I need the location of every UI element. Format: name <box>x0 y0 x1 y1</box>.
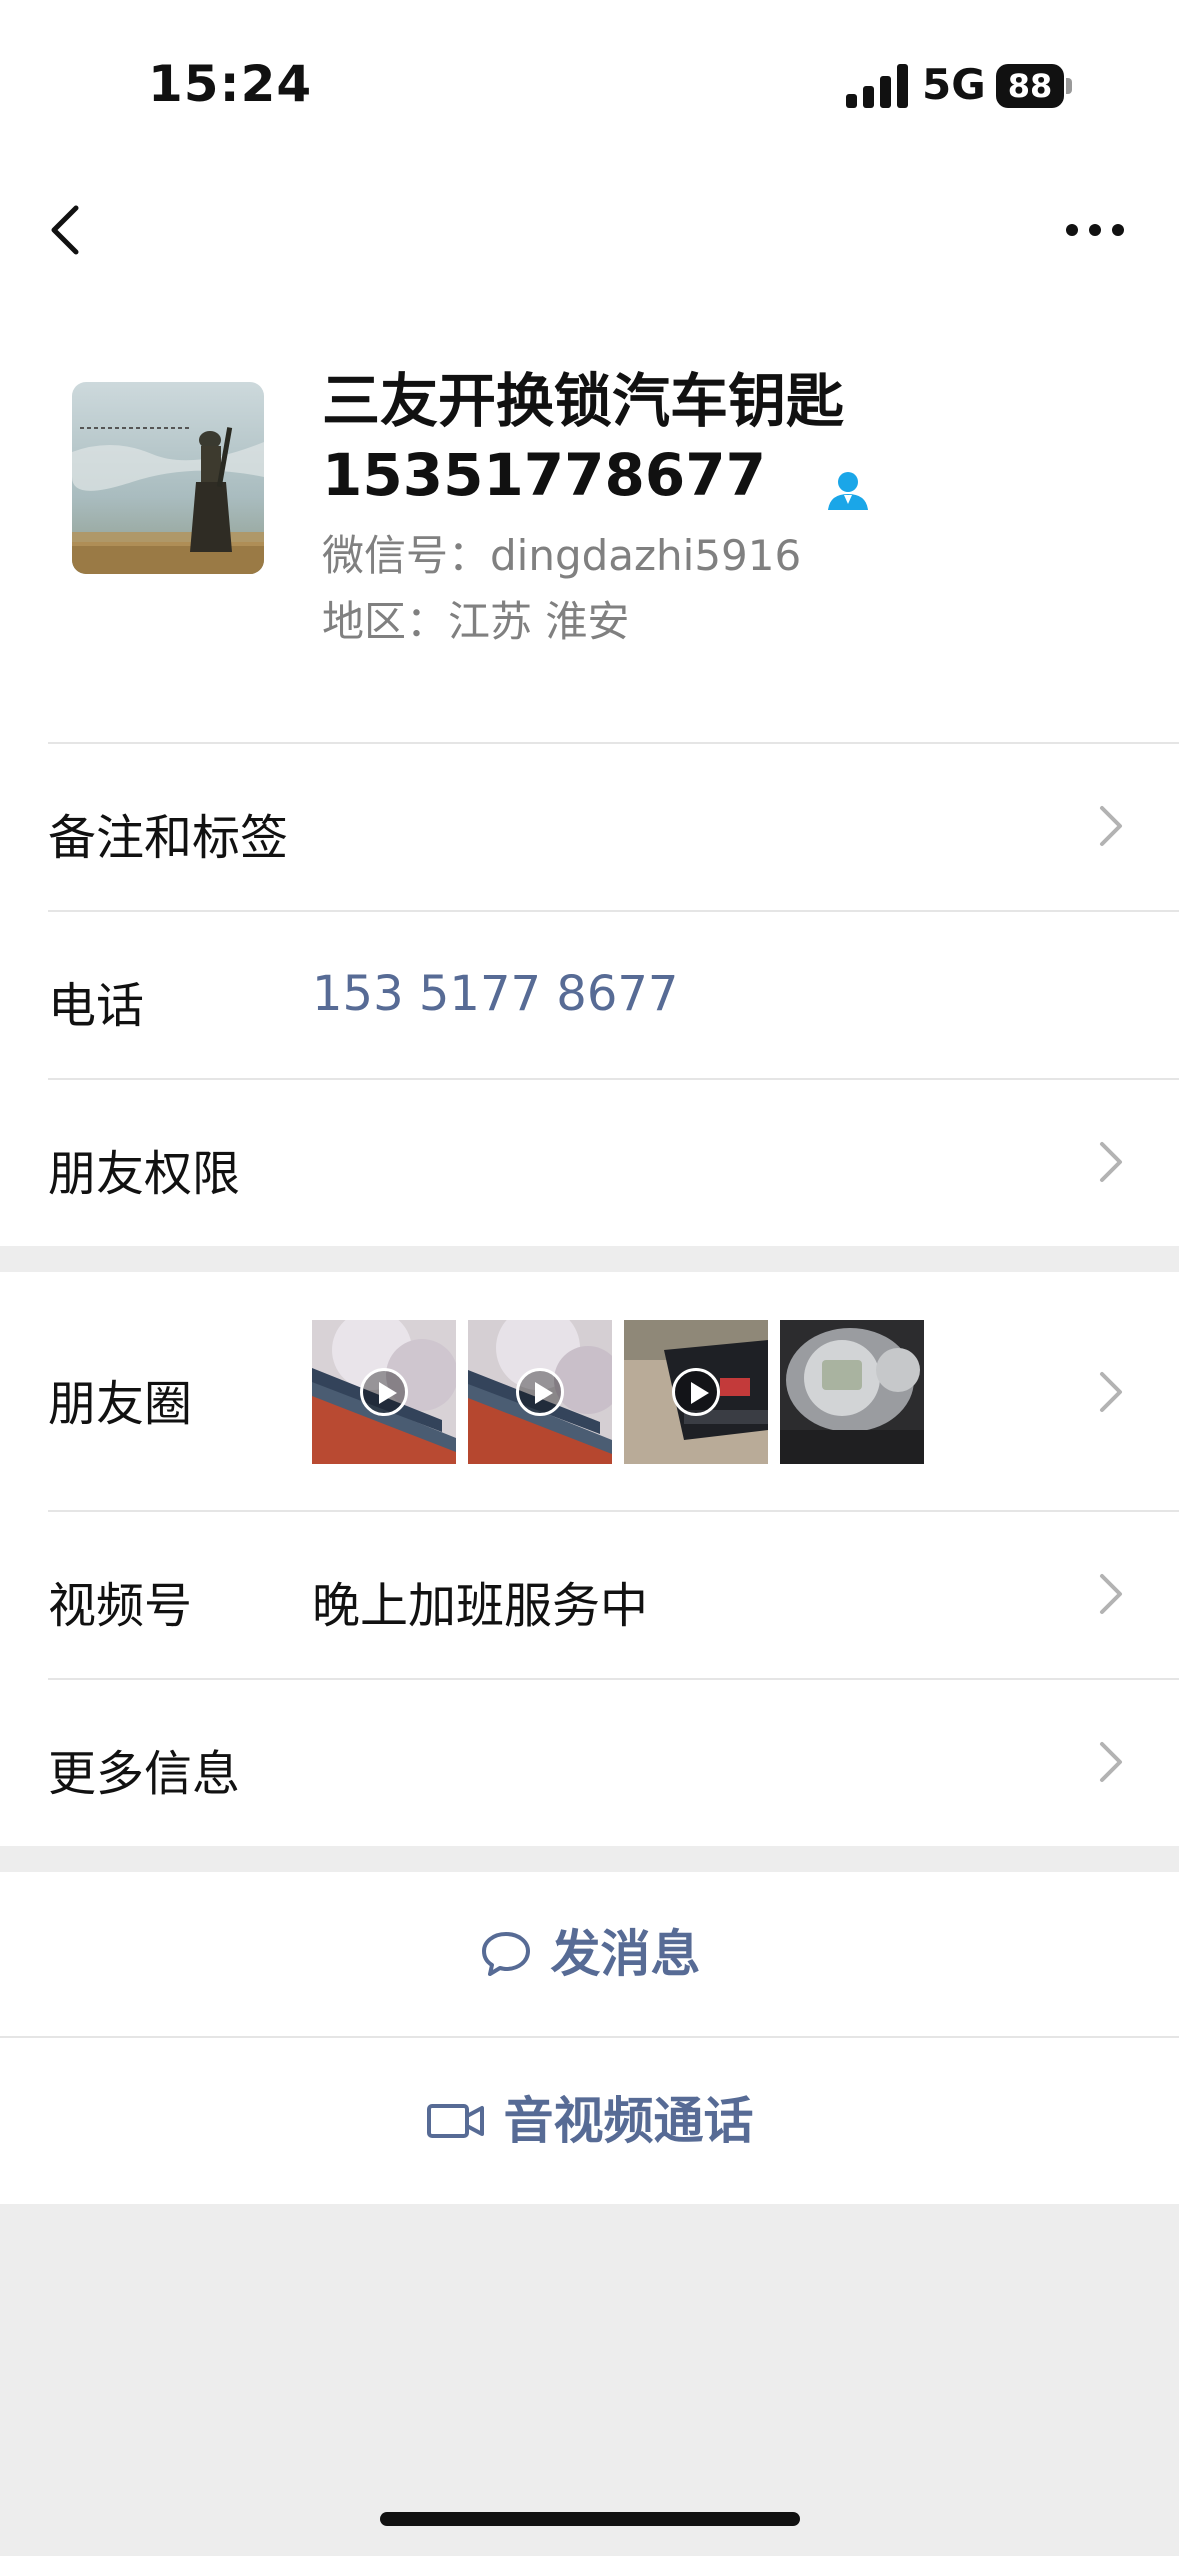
display-name-line1: 三友开换锁汽车钥匙 <box>322 367 845 435</box>
home-indicator[interactable] <box>380 2512 800 2526</box>
nav-bar <box>0 170 1179 290</box>
more-info-label: 更多信息 <box>48 1746 241 1802</box>
permissions-label: 朋友权限 <box>48 1146 241 1202</box>
send-message-button[interactable]: 发消息 <box>0 1872 1179 2036</box>
more-icon[interactable] <box>1060 200 1130 260</box>
display-name: 三友开换锁汽车钥匙 15351778677 <box>322 366 1122 510</box>
chevron-right-icon <box>1096 1570 1126 1618</box>
profile-header: 三友开换锁汽车钥匙 15351778677 微信号：dingdazhi5916 … <box>0 290 1179 742</box>
moments-row[interactable]: 朋友圈 <box>0 1272 1179 1510</box>
send-message-label: 发消息 <box>550 1925 701 1983</box>
wechat-id: 微信号：dingdazhi5916 <box>322 531 802 580</box>
chevron-right-icon <box>1096 802 1126 850</box>
video-camera-icon <box>426 2104 484 2138</box>
chevron-right-icon <box>1096 1368 1126 1416</box>
phone-number-link[interactable]: 153 5177 8677 <box>312 966 678 1022</box>
permissions-row[interactable]: 朋友权限 <box>0 1078 1179 1246</box>
play-icon <box>672 1368 720 1416</box>
moments-thumbnail[interactable] <box>468 1320 612 1464</box>
channels-value: 晚上加班服务中 <box>312 1578 649 1634</box>
chevron-right-icon <box>1096 1138 1126 1186</box>
remarks-row[interactable]: 备注和标签 <box>0 742 1179 910</box>
play-icon <box>360 1368 408 1416</box>
remarks-label: 备注和标签 <box>48 810 289 866</box>
play-icon <box>516 1368 564 1416</box>
channels-row[interactable]: 视频号 晚上加班服务中 <box>0 1510 1179 1678</box>
battery-level: 88 <box>996 64 1064 108</box>
status-bar: 15:24 5G 88 <box>0 0 1179 170</box>
status-time: 15:24 <box>148 55 313 113</box>
back-icon[interactable] <box>44 200 94 260</box>
video-call-button[interactable]: 音视频通话 <box>0 2038 1179 2204</box>
moments-thumbnail[interactable] <box>780 1320 924 1464</box>
video-call-label: 音视频通话 <box>503 2092 754 2150</box>
display-name-line2: 15351778677 <box>322 441 766 509</box>
moments-thumbnail[interactable] <box>624 1320 768 1464</box>
moments-thumbnail[interactable] <box>312 1320 456 1464</box>
signal-icon <box>846 64 908 108</box>
channels-label: 视频号 <box>48 1578 193 1634</box>
phone-label: 电话 <box>48 978 145 1034</box>
contact-profile-page: 15:24 5G 88 三友开换锁汽车钥匙 15351778677 微信号：di… <box>0 0 1179 2556</box>
contact-icon <box>826 457 870 510</box>
chevron-right-icon <box>1096 1738 1126 1786</box>
moments-label: 朋友圈 <box>48 1376 193 1432</box>
network-label: 5G <box>922 60 986 109</box>
phone-row: 电话 153 5177 8677 <box>0 910 1179 1078</box>
region: 地区：江苏 淮安 <box>322 597 630 646</box>
more-info-row[interactable]: 更多信息 <box>0 1678 1179 1846</box>
avatar[interactable] <box>72 382 264 574</box>
battery-icon: 88 <box>996 64 1072 108</box>
chat-bubble-icon <box>481 1932 530 1976</box>
